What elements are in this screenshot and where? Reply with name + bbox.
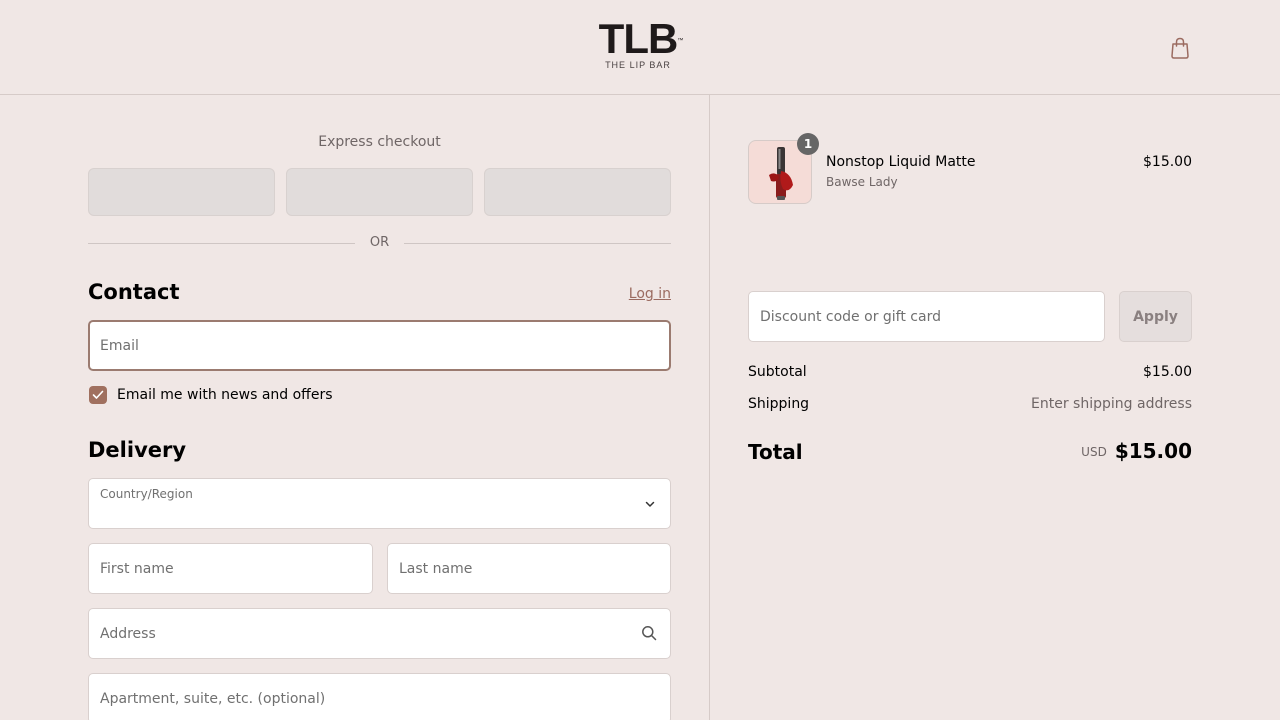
- apply-discount-button[interactable]: Apply: [1119, 291, 1192, 342]
- apartment-field[interactable]: Apartment, suite, etc. (optional): [88, 673, 671, 720]
- product-variant: Bawse Lady: [826, 175, 898, 189]
- search-icon: [642, 626, 657, 641]
- subtotal-label: Subtotal: [748, 364, 807, 380]
- total-currency: USD: [1081, 445, 1107, 459]
- last-name-placeholder: Last name: [399, 560, 473, 577]
- country-label: Country/Region: [100, 487, 193, 501]
- last-name-field[interactable]: Last name: [387, 543, 671, 594]
- discount-code-field[interactable]: Discount code or gift card: [748, 291, 1105, 342]
- total-amount: USD $15.00: [940, 439, 1192, 463]
- newsletter-label: Email me with news and offers: [117, 387, 333, 403]
- email-field[interactable]: Email: [88, 320, 671, 371]
- country-select[interactable]: Country/Region: [88, 478, 671, 529]
- express-pay-button-1[interactable]: [88, 168, 275, 216]
- logo-trademark: ™: [677, 38, 684, 44]
- first-name-placeholder: First name: [100, 560, 174, 577]
- total-label: Total: [748, 440, 803, 464]
- or-separator: OR: [88, 234, 671, 252]
- email-placeholder: Email: [100, 337, 139, 354]
- shopping-bag-icon[interactable]: [1169, 36, 1191, 60]
- log-in-link[interactable]: Log in: [618, 286, 671, 302]
- address-placeholder: Address: [100, 625, 156, 642]
- express-checkout-title: Express checkout: [318, 134, 441, 150]
- logo-mark-text: TLB: [598, 15, 679, 62]
- express-pay-button-3[interactable]: [484, 168, 671, 216]
- total-value: $15.00: [1114, 439, 1192, 463]
- shipping-label: Shipping: [748, 396, 810, 412]
- brand-logo[interactable]: TLB ™ THE LIP BAR: [597, 15, 684, 72]
- or-line-right: [404, 243, 671, 244]
- delivery-heading: Delivery: [88, 438, 187, 462]
- address-field[interactable]: Address: [88, 608, 671, 659]
- site-header: TLB ™ THE LIP BAR: [0, 0, 1280, 95]
- product-name: Nonstop Liquid Matte: [826, 154, 976, 170]
- chevron-down-icon: [645, 501, 655, 507]
- apartment-placeholder: Apartment, suite, etc. (optional): [100, 690, 326, 707]
- newsletter-checkbox[interactable]: [89, 386, 107, 404]
- express-pay-button-2[interactable]: [286, 168, 473, 216]
- shipping-value: Enter shipping address: [1031, 396, 1192, 412]
- product-price: $15.00: [1143, 154, 1192, 170]
- first-name-field[interactable]: First name: [88, 543, 373, 594]
- quantity-badge: 1: [797, 133, 819, 155]
- column-divider: [709, 95, 710, 720]
- discount-placeholder: Discount code or gift card: [760, 308, 941, 325]
- checkmark-icon: [92, 390, 104, 399]
- contact-heading: Contact: [88, 280, 180, 304]
- subtotal-value: $15.00: [1143, 364, 1192, 380]
- logo-mark: TLB ™: [598, 15, 684, 62]
